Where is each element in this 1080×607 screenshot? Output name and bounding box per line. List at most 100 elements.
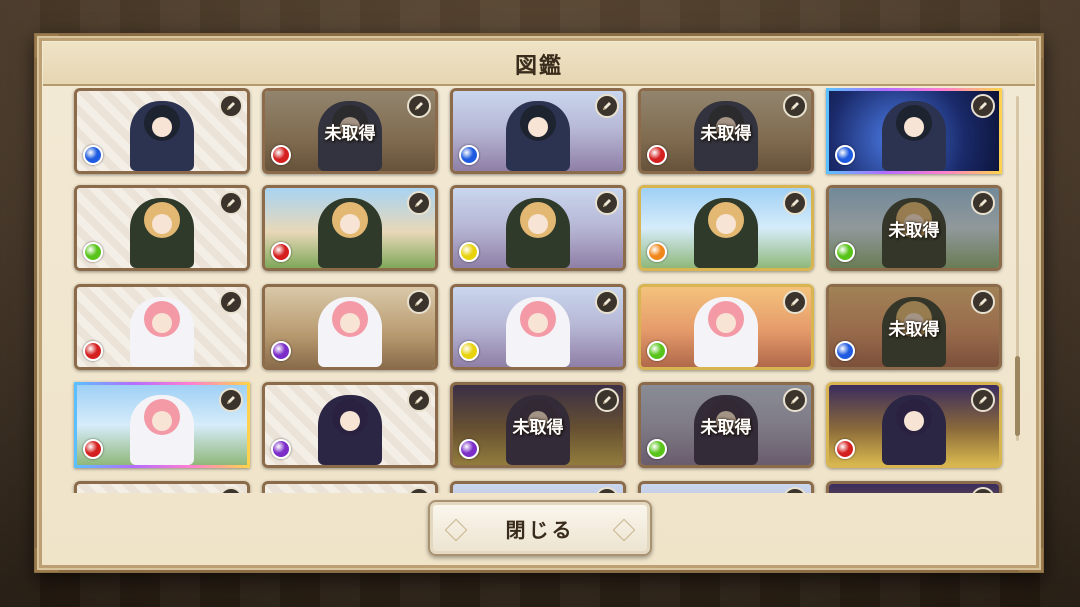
attribute-orb-icon xyxy=(83,145,103,165)
collection-card[interactable] xyxy=(262,284,438,370)
character-face xyxy=(152,411,172,431)
collection-card[interactable] xyxy=(826,88,1002,174)
collection-card[interactable] xyxy=(638,284,814,370)
collection-card[interactable]: 未取得 xyxy=(450,382,626,468)
character-face xyxy=(716,214,736,234)
character-portrait xyxy=(882,101,946,171)
locked-label: 未取得 xyxy=(700,418,752,438)
collection-card[interactable]: 未取得 xyxy=(826,185,1002,271)
dialog-title-bar: 図鑑 xyxy=(43,42,1035,86)
attribute-orb-icon xyxy=(647,341,667,361)
brush-icon[interactable] xyxy=(595,94,619,118)
brush-icon[interactable] xyxy=(595,191,619,215)
collection-card[interactable] xyxy=(826,481,1002,493)
attribute-orb-icon xyxy=(271,145,291,165)
character-portrait xyxy=(506,297,570,367)
attribute-orb-icon xyxy=(835,145,855,165)
character-face xyxy=(340,411,360,431)
brush-icon[interactable] xyxy=(971,94,995,118)
collection-card[interactable] xyxy=(262,481,438,493)
brush-icon[interactable] xyxy=(219,94,243,118)
attribute-orb-icon xyxy=(83,242,103,262)
brush-icon[interactable] xyxy=(595,290,619,314)
brush-icon[interactable] xyxy=(407,191,431,215)
attribute-orb-icon xyxy=(271,439,291,459)
collection-card[interactable]: 未取得 xyxy=(262,88,438,174)
collection-card[interactable] xyxy=(638,185,814,271)
collection-card[interactable] xyxy=(450,88,626,174)
brush-icon[interactable] xyxy=(971,290,995,314)
brush-icon[interactable] xyxy=(219,388,243,412)
scrollbar-thumb[interactable] xyxy=(1015,356,1020,436)
brush-icon[interactable] xyxy=(971,191,995,215)
collection-card[interactable] xyxy=(74,382,250,468)
collection-card[interactable] xyxy=(450,185,626,271)
brush-icon[interactable] xyxy=(407,388,431,412)
character-portrait xyxy=(130,198,194,268)
close-button[interactable]: 閉じる xyxy=(428,500,652,556)
character-portrait xyxy=(130,395,194,465)
character-portrait xyxy=(506,198,570,268)
attribute-orb-icon xyxy=(459,242,479,262)
scrollbar[interactable] xyxy=(1015,96,1020,441)
attribute-orb-icon xyxy=(83,439,103,459)
character-portrait xyxy=(694,198,758,268)
attribute-orb-icon xyxy=(647,145,667,165)
collection-card[interactable]: 未取得 xyxy=(638,88,814,174)
brush-icon[interactable] xyxy=(407,290,431,314)
brush-icon[interactable] xyxy=(783,388,807,412)
brush-icon[interactable] xyxy=(783,290,807,314)
button-ornament xyxy=(444,518,468,542)
locked-label: 未取得 xyxy=(324,124,376,144)
brush-icon[interactable] xyxy=(971,388,995,412)
collection-card[interactable] xyxy=(262,382,438,468)
collection-card[interactable] xyxy=(450,481,626,493)
frame-corner xyxy=(35,548,59,572)
brush-icon[interactable] xyxy=(219,290,243,314)
attribute-orb-icon xyxy=(271,242,291,262)
brush-icon[interactable] xyxy=(407,94,431,118)
character-portrait xyxy=(506,101,570,171)
brush-icon[interactable] xyxy=(783,191,807,215)
character-face xyxy=(152,117,172,137)
character-portrait xyxy=(694,297,758,367)
collection-card[interactable] xyxy=(74,185,250,271)
attribute-orb-icon xyxy=(835,242,855,262)
close-button-label: 閉じる xyxy=(505,517,575,542)
attribute-orb-icon xyxy=(459,439,479,459)
locked-label: 未取得 xyxy=(512,418,564,438)
attribute-orb-icon xyxy=(647,242,667,262)
character-portrait xyxy=(318,395,382,465)
character-face xyxy=(152,214,172,234)
character-portrait xyxy=(130,101,194,171)
locked-label: 未取得 xyxy=(700,124,752,144)
character-portrait xyxy=(318,198,382,268)
brush-icon[interactable] xyxy=(219,191,243,215)
character-face xyxy=(904,411,924,431)
collection-card[interactable] xyxy=(74,284,250,370)
collection-card[interactable] xyxy=(638,481,814,493)
brush-icon[interactable] xyxy=(783,94,807,118)
character-portrait xyxy=(318,297,382,367)
collection-card[interactable] xyxy=(450,284,626,370)
brush-icon[interactable] xyxy=(595,388,619,412)
character-face xyxy=(528,214,548,234)
collection-card[interactable] xyxy=(74,481,250,493)
character-face xyxy=(528,117,548,137)
locked-label: 未取得 xyxy=(888,221,940,241)
collection-card[interactable] xyxy=(262,185,438,271)
collection-card[interactable]: 未取得 xyxy=(826,284,1002,370)
collection-card[interactable]: 未取得 xyxy=(638,382,814,468)
attribute-orb-icon xyxy=(647,439,667,459)
card-grid[interactable]: 未取得 未取得 未取得 未取得 未取得 未取得 xyxy=(40,88,1010,493)
character-face xyxy=(716,313,736,333)
collection-card[interactable] xyxy=(74,88,250,174)
attribute-orb-icon xyxy=(83,341,103,361)
character-face xyxy=(528,313,548,333)
character-face xyxy=(340,214,360,234)
character-portrait xyxy=(130,297,194,367)
dialog-title: 図鑑 xyxy=(514,54,563,79)
character-portrait xyxy=(882,395,946,465)
collection-card[interactable] xyxy=(826,382,1002,468)
attribute-orb-icon xyxy=(835,341,855,361)
